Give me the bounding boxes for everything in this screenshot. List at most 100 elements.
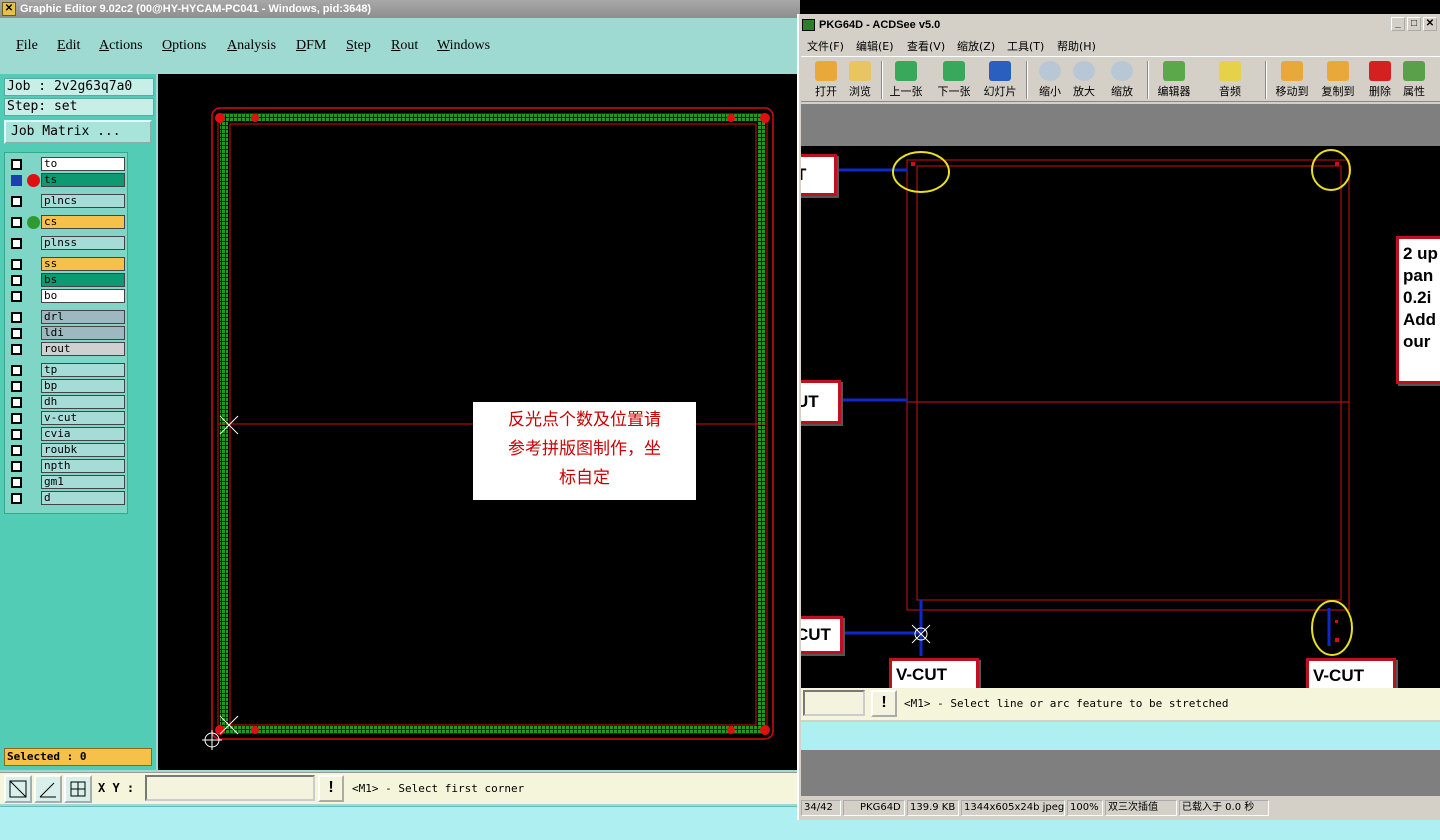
layer-row[interactable]: plncs	[7, 194, 127, 208]
minimize-icon[interactable]: _	[1391, 17, 1405, 31]
layer-name[interactable]: bs	[41, 273, 125, 287]
layer-name[interactable]: v-cut	[41, 411, 125, 425]
command-input[interactable]	[803, 690, 865, 716]
layer-name[interactable]: dh	[41, 395, 125, 409]
browse-button[interactable]: 浏览	[839, 59, 881, 101]
layer-row[interactable]: ldi	[7, 326, 127, 340]
zoom-window-button[interactable]	[4, 775, 32, 803]
layer-checkbox[interactable]	[11, 461, 22, 472]
move-to-button[interactable]: 移动到	[1271, 59, 1313, 101]
menu-file[interactable]: 文件(F)	[807, 38, 844, 54]
previous-image-button[interactable]: 上一张	[885, 59, 927, 101]
layer-row[interactable]: drl	[7, 310, 127, 324]
layer-name[interactable]: to	[41, 157, 125, 171]
menu-analysis[interactable]: Analysis	[227, 38, 276, 54]
menu-step[interactable]: Step	[346, 38, 371, 54]
menu-file[interactable]: File	[16, 38, 38, 54]
layer-row[interactable]: v-cut	[7, 411, 127, 425]
menu-options[interactable]: Options	[162, 38, 206, 54]
menu-dfm[interactable]: DFM	[296, 38, 326, 54]
layer-name[interactable]: plnss	[41, 236, 125, 250]
menu-windows[interactable]: Windows	[437, 38, 490, 54]
layer-checkbox[interactable]	[11, 175, 22, 186]
layer-name[interactable]: bp	[41, 379, 125, 393]
layer-row[interactable]: gm1	[7, 475, 127, 489]
layer-checkbox[interactable]	[11, 445, 22, 456]
layer-row[interactable]: cvia	[7, 427, 127, 441]
properties-button[interactable]: 属性	[1393, 59, 1435, 101]
layer-row[interactable]: npth	[7, 459, 127, 473]
layer-row[interactable]: tp	[7, 363, 127, 377]
layer-name[interactable]: d	[41, 491, 125, 505]
layer-name[interactable]: cvia	[41, 427, 125, 441]
layer-row[interactable]: plnss	[7, 236, 127, 250]
layer-row[interactable]: d	[7, 491, 127, 505]
layer-name[interactable]: rout	[41, 342, 125, 356]
alert-button[interactable]: !	[871, 690, 897, 717]
layer-row[interactable]: bo	[7, 289, 127, 303]
layer-name[interactable]: drl	[41, 310, 125, 324]
layer-checkbox[interactable]	[11, 238, 22, 249]
layer-name[interactable]: cs	[41, 215, 125, 229]
zoom-in-button[interactable]: 放大	[1063, 59, 1105, 101]
layer-row[interactable]: dh	[7, 395, 127, 409]
next-image-button[interactable]: 下一张	[933, 59, 975, 101]
layer-checkbox[interactable]	[11, 397, 22, 408]
zoom-button[interactable]: 缩放	[1101, 59, 1143, 101]
layer-checkbox[interactable]	[11, 312, 22, 323]
menu-tools[interactable]: 工具(T)	[1007, 38, 1044, 54]
copy-to-button[interactable]: 复制到	[1317, 59, 1359, 101]
layer-row[interactable]: bs	[7, 273, 127, 287]
layer-row[interactable]: ts	[7, 173, 127, 187]
measure-button[interactable]	[34, 775, 62, 803]
menu-edit[interactable]: Edit	[57, 38, 80, 54]
editor-button[interactable]: 编辑器	[1153, 59, 1195, 101]
app-close-icon[interactable]: ✕	[2, 2, 16, 16]
layer-checkbox[interactable]	[11, 381, 22, 392]
close-icon[interactable]: ✕	[1423, 17, 1437, 31]
alert-button[interactable]: !	[318, 775, 344, 802]
menu-zoom[interactable]: 缩放(Z)	[957, 38, 995, 54]
layer-checkbox[interactable]	[11, 217, 22, 228]
menu-edit[interactable]: 编辑(E)	[856, 38, 894, 54]
layer-name[interactable]: gm1	[41, 475, 125, 489]
layer-name[interactable]: roubk	[41, 443, 125, 457]
menu-rout[interactable]: Rout	[391, 38, 418, 54]
layer-name[interactable]: plncs	[41, 194, 125, 208]
layer-checkbox[interactable]	[11, 365, 22, 376]
layer-row[interactable]: ss	[7, 257, 127, 271]
job-matrix-button[interactable]: Job Matrix ...	[4, 120, 152, 144]
layer-checkbox[interactable]	[11, 413, 22, 424]
layer-checkbox[interactable]	[11, 328, 22, 339]
grid-snap-button[interactable]	[64, 775, 92, 803]
layer-name[interactable]: ldi	[41, 326, 125, 340]
layer-checkbox[interactable]	[11, 344, 22, 355]
maximize-icon[interactable]: □	[1407, 17, 1421, 31]
image-viewer[interactable]: T UT CUT V-CUT V-CUT 2 up pan 0.2i Add o…	[801, 146, 1440, 688]
layer-row[interactable]: roubk	[7, 443, 127, 457]
layer-checkbox[interactable]	[11, 275, 22, 286]
layer-checkbox[interactable]	[11, 493, 22, 504]
layer-name[interactable]: ts	[41, 173, 125, 187]
slideshow-button[interactable]: 幻灯片	[979, 59, 1021, 101]
layer-checkbox[interactable]	[11, 196, 22, 207]
xy-input[interactable]	[145, 775, 315, 801]
toolbar-separator	[1026, 61, 1028, 99]
layer-checkbox[interactable]	[11, 291, 22, 302]
menu-view[interactable]: 查看(V)	[907, 38, 945, 54]
layer-checkbox[interactable]	[11, 159, 22, 170]
audio-button[interactable]: 音频	[1209, 59, 1251, 101]
layer-name[interactable]: tp	[41, 363, 125, 377]
layer-checkbox[interactable]	[11, 259, 22, 270]
menu-help[interactable]: 帮助(H)	[1057, 38, 1096, 54]
layer-row[interactable]: cs	[7, 215, 127, 229]
layer-row[interactable]: to	[7, 157, 127, 171]
layer-checkbox[interactable]	[11, 429, 22, 440]
layer-name[interactable]: bo	[41, 289, 125, 303]
layer-row[interactable]: rout	[7, 342, 127, 356]
layer-checkbox[interactable]	[11, 477, 22, 488]
layer-row[interactable]: bp	[7, 379, 127, 393]
menu-actions[interactable]: Actions	[99, 38, 143, 54]
layer-name[interactable]: ss	[41, 257, 125, 271]
layer-name[interactable]: npth	[41, 459, 125, 473]
